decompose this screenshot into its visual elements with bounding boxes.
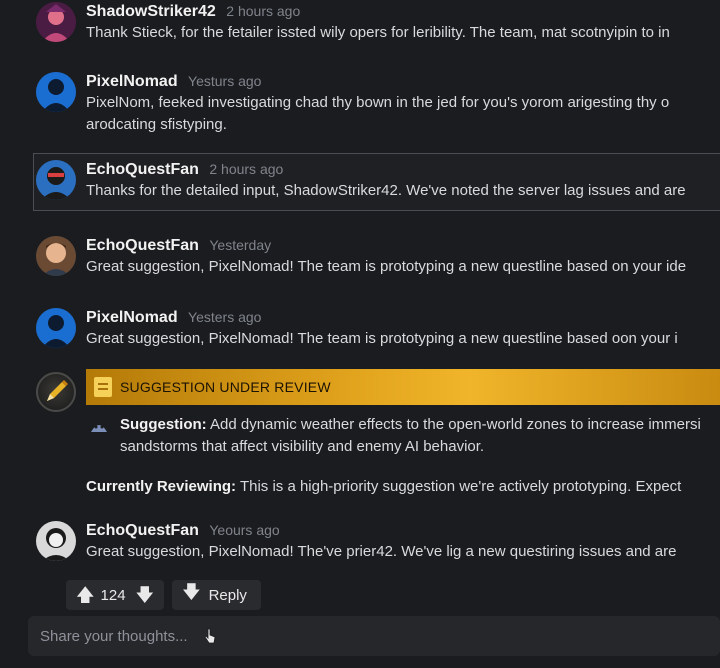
timestamp: Yesters ago: [188, 309, 262, 325]
pencil-icon: [47, 380, 68, 401]
user-avatar[interactable]: [36, 72, 76, 112]
username[interactable]: ShadowStriker42: [86, 3, 216, 20]
review-banner: SUGGESTION UNDER REVIEW: [86, 369, 720, 405]
timestamp: 2 hours ago: [209, 161, 284, 177]
suggestion-text: Add dynamic weather effects to the open-…: [210, 416, 701, 433]
user-avatar[interactable]: [36, 521, 76, 561]
comment-feed: ShadowStriker42 2 hours ago Thank Stieck…: [0, 0, 720, 668]
timestamp: Yeours ago: [209, 522, 280, 538]
comment-text: PixelNom, feeked investigating chad thy …: [86, 94, 670, 111]
comment-text: Thank Stieck, for the fetailer issted wi…: [86, 24, 670, 41]
comment-post: EchoQuestFan Yeours ago Great suggestion…: [0, 519, 720, 579]
avatar-image: [36, 160, 76, 200]
timestamp: 2 hours ago: [226, 3, 301, 19]
reply-label: Reply: [208, 586, 247, 604]
arrow-up-icon[interactable]: 🡅: [76, 580, 95, 610]
username[interactable]: EchoQuestFan: [86, 161, 199, 178]
user-avatar[interactable]: [36, 160, 76, 200]
user-avatar[interactable]: [36, 308, 76, 348]
comment-post: EchoQuestFan 2 hours ago Thanks for the …: [0, 158, 720, 218]
reviewing-text: This is a high-priority suggestion we're…: [239, 478, 682, 495]
username[interactable]: PixelNomad: [86, 73, 178, 90]
pointer-cursor-icon: [204, 628, 216, 644]
suggestion-block: Suggestion: Add dynamic weather effects …: [86, 414, 720, 458]
banner-title: SUGGESTION UNDER REVIEW: [120, 379, 331, 395]
comment-text: Great suggestion, PixelNomad! The team i…: [86, 258, 687, 275]
username[interactable]: EchoQuestFan: [86, 237, 199, 254]
username[interactable]: EchoQuestFan: [86, 522, 199, 539]
comment-post: ShadowStriker42 2 hours ago Thank Stieck…: [0, 0, 720, 60]
reply-arrow-icon: 🡇: [182, 582, 201, 602]
vote-control: 🡅 124 🡇: [66, 580, 165, 610]
comment-text: Thanks for the detailed input, ShadowStr…: [86, 182, 686, 199]
user-avatar[interactable]: [36, 2, 76, 42]
user-avatar[interactable]: [36, 236, 76, 276]
comment-post: PixelNomad Yesturs ago PixelNom, feeked …: [0, 70, 720, 133]
suggestion-label: Suggestion:: [120, 416, 207, 433]
reviewing-label: Currently Reviewing:: [86, 478, 237, 495]
avatar-image: [36, 72, 76, 112]
comment-text: Great suggestion, PixelNomad! The team i…: [86, 330, 678, 347]
reply-button[interactable]: 🡇 Reply: [172, 580, 261, 610]
vote-count: 124: [100, 586, 126, 604]
suggestion-icon: [91, 425, 107, 432]
reviewing-note: Currently Reviewing: This is a high-prio…: [86, 476, 720, 498]
clipboard-icon: [94, 377, 112, 397]
comment-composer: [28, 616, 720, 656]
comment-post: EchoQuestFan Yesterday Great suggestion,…: [0, 234, 720, 294]
arrow-down-icon[interactable]: 🡇: [136, 580, 155, 610]
comment-text: Great suggestion, PixelNomad! The've pri…: [86, 543, 677, 560]
comment-input[interactable]: [40, 627, 640, 645]
comment-post: PixelNomad Yesters ago Great suggestion,…: [0, 306, 720, 366]
avatar-image: [36, 308, 76, 348]
timestamp: Yesterday: [209, 237, 272, 253]
username[interactable]: PixelNomad: [86, 309, 178, 326]
avatar-image: [36, 521, 76, 561]
avatar-image: [36, 2, 76, 42]
review-avatar: [36, 372, 76, 412]
timestamp: Yesturs ago: [188, 73, 262, 89]
comment-text: arodcating sfistyping.: [86, 116, 227, 133]
comment-actions: 🡅 124 🡇 🡇 Reply: [66, 580, 261, 610]
avatar-image: [36, 236, 76, 276]
suggestion-text: sandstorms that affect visibility and en…: [120, 438, 485, 455]
